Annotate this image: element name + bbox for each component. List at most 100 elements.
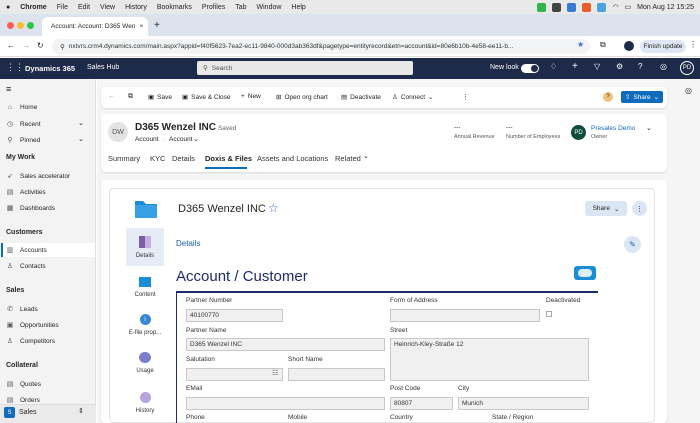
salesforce-cloud-icon[interactable] [574,266,596,280]
profile-avatar[interactable] [624,41,634,51]
tab-kyc[interactable]: KYC [150,154,165,163]
partner-name-field[interactable]: D365 Wenzel INC [186,338,385,351]
owner-name[interactable]: Presales Demo [591,125,635,132]
sidebar-item-recent[interactable]: ◷ Recent [6,120,41,129]
product-name[interactable]: Dynamics 365 [25,64,75,73]
facetime-icon[interactable] [537,2,547,12]
new-button[interactable]: + New [241,93,261,100]
back-icon[interactable]: ← [7,41,15,50]
menu-bookmarks[interactable]: Bookmarks [157,4,192,11]
global-search-input[interactable]: ⚲ Search [197,61,413,75]
user-avatar[interactable]: PD [680,61,694,75]
close-tab-icon[interactable]: × [139,23,143,30]
street-field[interactable]: Heinrich-Kley-Straße 12 [390,338,589,381]
app-name[interactable]: Chrome [20,4,46,11]
post-code-field[interactable]: 80807 [390,397,453,410]
tab-doxis-files[interactable]: Doxis & Files [205,154,252,163]
sidebar-item-contacts[interactable]: ♙ Contacts [6,262,46,271]
doxis-nav-content[interactable]: Content [126,268,164,306]
settings-icon[interactable]: ⚙ [616,62,623,71]
connect-button[interactable]: ♙ Connect ⌄ [392,93,434,102]
url-bar[interactable]: ⚲ nxtvrs.crm4.dynamics.com/main.aspx?app… [52,39,590,54]
sidebar-item-sales-accelerator[interactable]: ➶ Sales accelerator [6,172,70,181]
back-arrow-icon[interactable]: ← [108,93,115,100]
extensions-icon[interactable]: ⧉ [600,40,606,50]
sidebar-item-home[interactable]: ⌂ Home [6,103,37,111]
menu-tab[interactable]: Tab [235,4,246,11]
tab-assets-locations[interactable]: Assets and Locations [257,154,328,163]
sidebar-item-pinned[interactable]: ⚲ Pinned [6,136,40,145]
app-name-sales-hub[interactable]: Sales Hub [87,64,119,71]
wifi-icon[interactable]: ◠ [612,3,618,11]
copilot-side-icon[interactable]: ◎ [685,86,692,95]
close-window-icon[interactable] [7,22,14,29]
lightbulb-icon[interactable]: ♢ [550,62,557,71]
edit-pencil-icon[interactable]: ✎ [624,236,641,253]
email-field[interactable] [186,397,385,410]
bookmark-star-icon[interactable]: ★ [577,40,584,49]
popout-icon[interactable]: ⧉ [128,93,133,101]
sidebar-item-dashboards[interactable]: ▦ Dashboards [6,204,55,213]
menu-history[interactable]: History [125,4,147,11]
chevron-updown-icon[interactable]: ⇕ [78,407,84,415]
doxis-nav-usage[interactable]: Usage [126,344,164,382]
site-info-icon[interactable]: ⚲ [60,43,65,51]
doxis-nav-efile-props[interactable]: i E-file prop... [126,306,164,344]
zoom-window-icon[interactable] [27,22,34,29]
menu-help[interactable]: Help [291,4,305,11]
tab-related[interactable]: Related [335,154,361,163]
sidebar-item-activities[interactable]: ▤ Activities [6,188,46,197]
org-chart-button[interactable]: ⊞ Open org chart [276,93,328,102]
sidebar-item-competitors[interactable]: ♙ Competitors [6,337,55,346]
app-launcher-icon[interactable]: ⋮⋮ [6,62,24,73]
form-of-address-field[interactable] [390,309,540,322]
short-name-field[interactable] [288,368,385,381]
tray-icon[interactable] [567,2,577,12]
menu-view[interactable]: View [100,4,115,11]
chevron-down-icon[interactable]: ⌄ [646,124,652,132]
favorite-star-icon[interactable]: ☆ [268,201,279,215]
deactivated-checkbox[interactable] [546,311,552,317]
add-icon[interactable]: + [572,61,578,72]
minimize-window-icon[interactable] [17,22,24,29]
battery-icon[interactable]: ▭ [625,3,632,11]
city-field[interactable]: Munich [458,397,589,410]
doxis-nav-history[interactable]: History [126,384,164,422]
new-look-toggle[interactable] [521,64,539,73]
menu-profiles[interactable]: Profiles [202,4,225,11]
deactivate-button[interactable]: ▤ Deactivate [341,93,381,102]
finish-update-button[interactable]: Finish update [640,40,686,53]
more-commands-icon[interactable]: ⋮ [462,93,469,101]
help-icon[interactable]: ? [638,62,642,71]
help-bubble-icon[interactable]: ? [603,92,613,102]
sidebar-item-orders[interactable]: ▤ Orders [6,396,40,405]
chevron-down-icon[interactable]: ⌄ [193,135,199,143]
tray-icon[interactable] [552,2,562,12]
partner-number-field[interactable]: 40100770 [186,309,283,322]
copilot-icon[interactable]: ◎ [660,62,667,71]
chevron-down-icon[interactable]: ⌄ [78,119,84,127]
chevron-down-icon[interactable]: ⌄ [78,135,84,143]
sidebar-item-accounts[interactable]: ▥ Accounts [6,246,47,255]
sidebar-item-leads[interactable]: ✆ Leads [6,305,38,314]
reload-icon[interactable]: ↻ [37,41,44,50]
browser-tab-account[interactable]: Account: Account: D365 Wen × [42,17,148,36]
doxis-nav-details[interactable]: Details [126,228,164,266]
share-button[interactable]: ⇧ Share ⌄ [621,91,663,103]
menu-edit[interactable]: Edit [78,4,90,11]
tray-icon[interactable] [597,2,607,12]
lookup-list-icon[interactable]: ☷ [272,369,278,377]
salutation-field[interactable] [186,368,283,381]
apple-icon[interactable]: ● [6,4,10,11]
hamburger-icon[interactable]: ≡ [6,84,11,94]
more-menu-icon[interactable]: ⋮ [689,40,697,49]
menu-window[interactable]: Window [257,4,282,11]
tab-details[interactable]: Details [172,154,195,163]
new-tab-icon[interactable]: + [154,20,160,31]
more-options-icon[interactable]: ⋮ [632,201,647,216]
forward-icon[interactable]: → [22,41,30,50]
doxis-share-button[interactable]: Share ⌄ [585,201,627,216]
tab-summary[interactable]: Summary [108,154,140,163]
save-button[interactable]: ▣ Save [148,93,172,102]
form-selector[interactable]: Account [169,136,193,143]
